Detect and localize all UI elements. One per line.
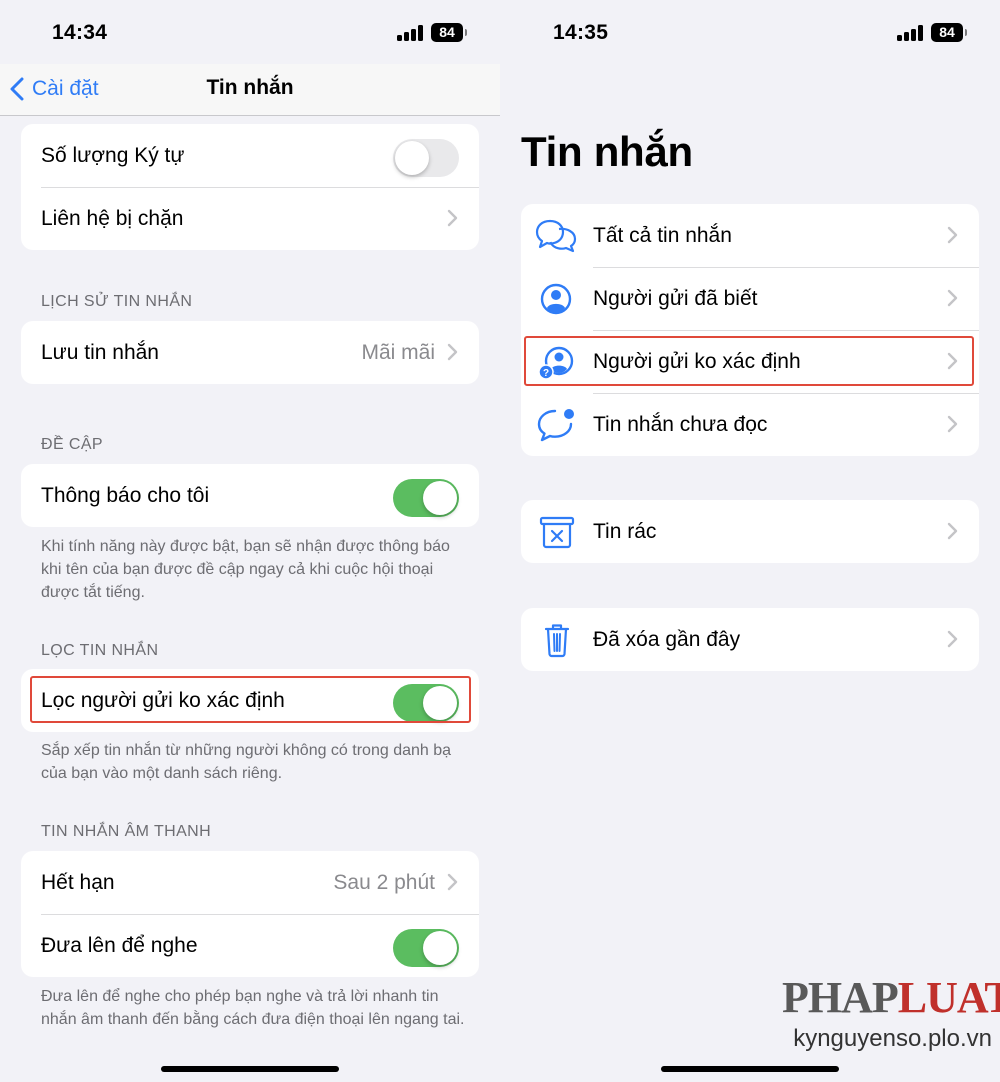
settings-group-history: Lưu tin nhắn Mãi mãi [21,321,479,384]
row-label: Lưu tin nhắn [41,340,159,364]
chevron-right-icon [947,352,958,370]
signal-icon [897,25,925,41]
audio-footer: Đưa lên để nghe cho phép bạn nghe và trả… [41,988,465,1028]
svg-text:?: ? [543,368,549,379]
notify-me-row: Thông báo cho tôi [21,464,479,527]
settings-group-filtering: Lọc người gửi ko xác định [21,669,479,732]
settings-group-contacts: Số lượng Ký tự Liên hệ bị chặn [21,124,479,250]
chevron-right-icon [447,209,458,227]
junk-label: Tin rác [593,519,657,543]
status-bar: 14:35 84 [500,0,1000,64]
status-time: 14:34 [52,21,108,44]
trash-icon [544,624,570,658]
junk-folder[interactable]: Tin rác [521,500,979,563]
filter-unknown-senders-toggle[interactable] [393,684,459,722]
page-title: Tin nhắn [206,76,294,99]
filter-all-messages[interactable]: Tất cả tin nhắn [521,204,979,267]
settings-group-audio: Hết hạn Sau 2 phút Đưa lên để nghe [21,851,479,977]
row-label: Liên hệ bị chặn [41,206,184,230]
chevron-right-icon [447,873,458,891]
character-count-row: Số lượng Ký tự [21,124,479,187]
keep-messages-row[interactable]: Lưu tin nhắn Mãi mãi [21,321,479,384]
person-circle-icon [540,283,572,315]
battery-icon: 84 [931,23,967,42]
deleted-label: Đã xóa gần đây [593,627,741,651]
row-value: Mãi mãi [361,340,435,364]
raise-to-listen-toggle[interactable] [393,929,459,967]
recently-deleted-folder[interactable]: Đã xóa gần đây [521,608,979,671]
filter-unread-messages[interactable]: Tin nhắn chưa đọc [521,393,979,456]
settings-messages-screen: 14:34 84 Cài đặt Tin nhắn Số lượng Ký tự… [0,0,500,1082]
junk-bin-icon [539,516,575,549]
mentions-footer: Khi tính năng này được bật, bạn sẽ nhận … [41,538,450,601]
row-label: Lọc người gửi ko xác định [41,688,285,712]
navigation-bar: Cài đặt Tin nhắn [0,64,500,116]
messages-filters-screen: 14:35 84 Tin nhắn Tất cả tin nhắn Người … [500,0,1000,1082]
status-time: 14:35 [553,21,609,44]
section-header-mentions: ĐỀ CẬP [41,436,103,453]
section-header-history: LỊCH SỬ TIN NHẮN [41,293,193,310]
unread-bubble-icon [537,409,574,442]
row-label: Thông báo cho tôi [41,483,210,507]
home-indicator [161,1066,339,1072]
chevron-right-icon [947,226,958,244]
section-header-audio: TIN NHẮN ÂM THANH [41,823,212,840]
filtering-footer: Sắp xếp tin nhắn từ những người không có… [41,742,452,782]
row-label: Hết hạn [41,870,115,894]
junk-group: Tin rác [521,500,979,563]
filter-known-senders[interactable]: Người gửi đã biết [521,267,979,330]
notify-me-toggle[interactable] [393,479,459,517]
filter-unknown-senders-row: Lọc người gửi ko xác định [21,669,479,732]
filter-label: Người gửi đã biết [593,286,758,310]
chevron-right-icon [447,343,458,361]
row-value: Sau 2 phút [333,870,435,894]
chevron-right-icon [947,415,958,433]
raise-to-listen-row: Đưa lên để nghe [21,914,479,977]
filter-label: Tin nhắn chưa đọc [593,412,768,436]
watermark: PHAPLUAT kynguyenso.plo.vn [782,972,1000,1053]
filter-label: Tất cả tin nhắn [593,223,732,247]
character-count-toggle[interactable] [393,139,459,177]
page-title: Tin nhắn [521,128,693,175]
chevron-right-icon [947,630,958,648]
row-label: Đưa lên để nghe [41,933,198,957]
blocked-contacts-row[interactable]: Liên hệ bị chặn [21,187,479,250]
filter-label: Người gửi ko xác định [593,349,801,373]
section-header-filtering: LỌC TIN NHẮN [41,642,159,659]
filter-unknown-senders[interactable]: ? Người gửi ko xác định [521,330,979,393]
settings-group-mentions: Thông báo cho tôi [21,464,479,527]
watermark-url: kynguyenso.plo.vn [793,1025,992,1052]
person-question-icon: ? [538,346,574,380]
chat-bubbles-icon [535,219,577,253]
chevron-right-icon [947,289,958,307]
message-filters-list: Tất cả tin nhắn Người gửi đã biết ? Ngườ… [521,204,979,456]
home-indicator [661,1066,839,1072]
watermark-logo: PHAPLUAT [782,973,1000,1022]
chevron-right-icon [947,522,958,540]
status-bar: 14:34 84 [0,0,500,64]
battery-icon: 84 [431,23,467,42]
deleted-group: Đã xóa gần đây [521,608,979,671]
expire-row[interactable]: Hết hạn Sau 2 phút [21,851,479,914]
row-label: Số lượng Ký tự [41,143,185,167]
signal-icon [397,25,425,41]
